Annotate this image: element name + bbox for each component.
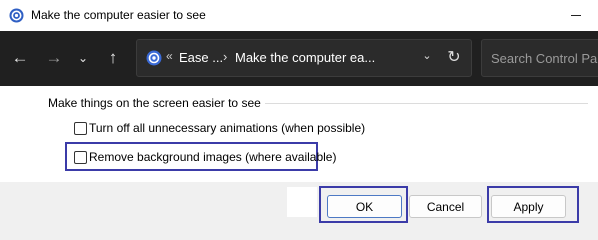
remove-background-images-label[interactable]: Remove background images (where availabl…	[89, 150, 336, 164]
window: Make the computer easier to see ← → ⌄ ↑ …	[0, 0, 598, 227]
breadcrumb-separator-icon[interactable]: ›	[223, 49, 227, 64]
address-dropdown-icon[interactable]: ⌄	[419, 49, 435, 62]
group-heading: Make things on the screen easier to see	[48, 96, 265, 110]
breadcrumb-overflow-icon[interactable]: «	[166, 49, 173, 63]
apply-button[interactable]: Apply	[491, 195, 566, 218]
back-arrow-icon[interactable]: ←	[8, 46, 32, 70]
breadcrumb-current-page[interactable]: Make the computer ea...	[235, 50, 375, 65]
turn-off-animations-label[interactable]: Turn off all unnecessary animations (whe…	[89, 121, 365, 135]
ease-of-access-icon	[9, 8, 24, 23]
dialog-footer: OK Cancel Apply	[0, 182, 598, 227]
window-title: Make the computer easier to see	[31, 8, 206, 22]
recent-locations-icon[interactable]: ⌄	[71, 46, 95, 70]
search-input[interactable]: Search Control Pan	[481, 39, 598, 77]
search-placeholder: Search Control Pan	[491, 51, 598, 66]
cancel-button[interactable]: Cancel	[409, 195, 482, 218]
footer-blank-area	[287, 187, 317, 217]
minimize-icon[interactable]	[558, 0, 598, 31]
address-bar[interactable]: « Ease ... › Make the computer ea... ⌄ ↻	[136, 39, 472, 77]
up-arrow-icon[interactable]: ↑	[101, 46, 125, 70]
ok-button[interactable]: OK	[327, 195, 402, 218]
turn-off-animations-checkbox[interactable]	[74, 122, 87, 135]
title-bar: Make the computer easier to see	[0, 0, 598, 31]
remove-background-images-checkbox[interactable]	[74, 151, 87, 164]
navigation-bar: ← → ⌄ ↑ « Ease ... › Make the computer e…	[0, 31, 598, 86]
forward-arrow-icon[interactable]: →	[42, 46, 66, 70]
settings-panel: Make things on the screen easier to see …	[0, 86, 598, 182]
control-panel-icon	[146, 50, 162, 66]
refresh-icon[interactable]: ↻	[443, 47, 465, 69]
breadcrumb-ease-of-access[interactable]: Ease ...	[179, 50, 223, 65]
